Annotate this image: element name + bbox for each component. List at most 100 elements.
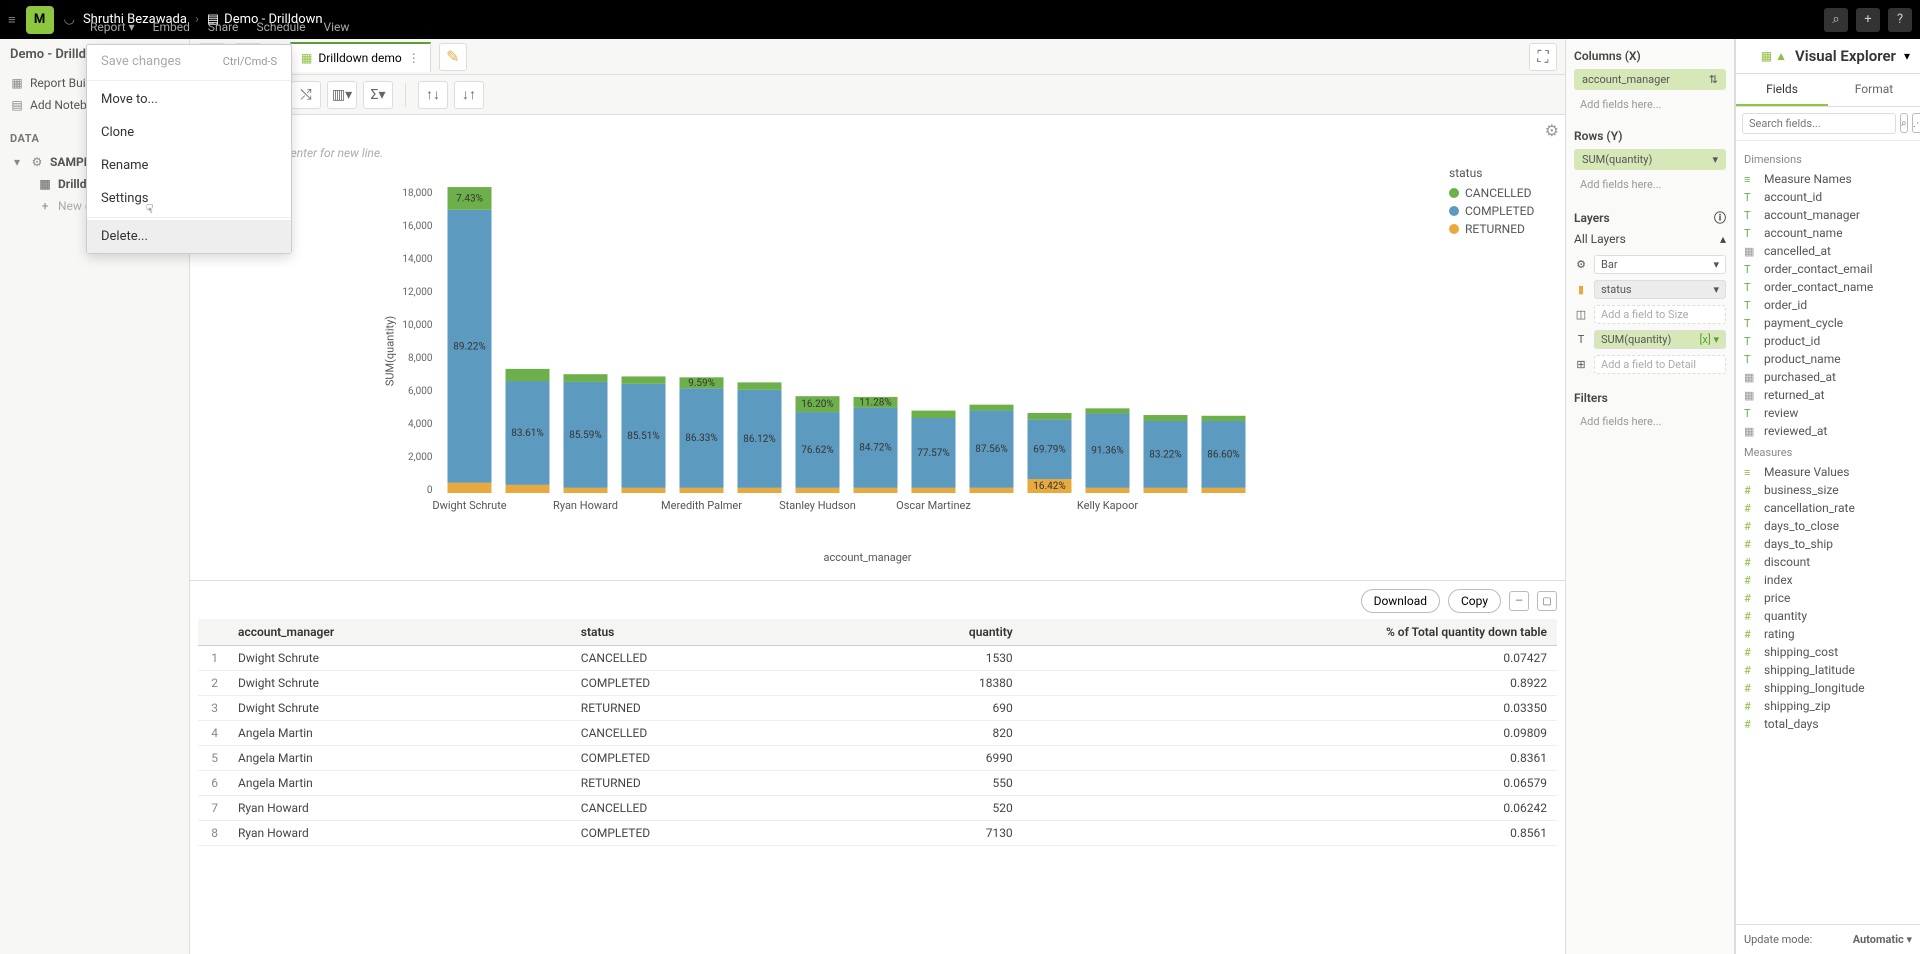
field-item[interactable]: #cancellation_rate	[1744, 499, 1912, 517]
field-item[interactable]: Tproduct_name	[1744, 350, 1912, 368]
field-item[interactable]: #shipping_cost	[1744, 643, 1912, 661]
field-item[interactable]: Tproduct_id	[1744, 332, 1912, 350]
field-item[interactable]: Taccount_manager	[1744, 206, 1912, 224]
table-row[interactable]: 3Dwight SchruteRETURNED6900.03350	[198, 696, 1557, 721]
field-item[interactable]: #total_days	[1744, 715, 1912, 733]
field-item[interactable]: #shipping_longitude	[1744, 679, 1912, 697]
sort-icon[interactable]: ⇅	[1709, 73, 1718, 86]
field-item[interactable]: ▦returned_at	[1744, 386, 1912, 404]
subnav-view[interactable]: View	[323, 20, 349, 34]
table-row[interactable]: 2Dwight SchruteCOMPLETED183800.8922	[198, 671, 1557, 696]
table-header[interactable]: quantity	[835, 619, 1023, 646]
tab-menu-icon[interactable]: ⋮	[408, 51, 420, 65]
columns-add[interactable]: Add fields here...	[1574, 94, 1726, 115]
collapse-icon[interactable]: —	[1509, 591, 1529, 611]
search-icon[interactable]: ⌕	[1824, 8, 1848, 32]
subnav-share[interactable]: Share	[208, 20, 239, 34]
rows-field[interactable]: SUM(quantity)▾	[1574, 149, 1726, 170]
layer-detail[interactable]: ⊞Add a field to Detail	[1574, 352, 1726, 377]
table-row[interactable]: 4Angela MartinCANCELLED8200.09809	[198, 721, 1557, 746]
layer-status[interactable]: ▮status▾	[1574, 277, 1726, 302]
menu-icon[interactable]: ≡	[8, 12, 16, 28]
field-item[interactable]: Taccount_id	[1744, 188, 1912, 206]
columns-field[interactable]: account_manager⇅	[1574, 69, 1726, 90]
add-icon[interactable]: +	[1856, 8, 1880, 32]
field-item[interactable]: #days_to_close	[1744, 517, 1912, 535]
filter-icon[interactable]: ⋰	[1912, 113, 1920, 133]
layer-bar[interactable]: ⚙Bar▾	[1574, 252, 1726, 277]
fullscreen-icon[interactable]: ⛶	[1529, 43, 1557, 71]
legend-completed[interactable]: COMPLETED	[1449, 204, 1549, 218]
table-row[interactable]: 7Ryan HowardCANCELLED5200.06242	[198, 796, 1557, 821]
field-item[interactable]: Taccount_name	[1744, 224, 1912, 242]
tab-drilldown-demo[interactable]: ▦ Drilldown demo ⋮	[290, 42, 431, 72]
subnav-report[interactable]: Report ▾	[90, 20, 135, 34]
search-icon[interactable]: ⌕	[1900, 113, 1908, 133]
search-fields-input[interactable]	[1742, 113, 1896, 134]
layer-size[interactable]: ◫Add a field to Size	[1574, 302, 1726, 327]
filters-add[interactable]: Add fields here...	[1574, 411, 1726, 432]
fields-tab[interactable]: Fields	[1736, 74, 1828, 106]
field-item[interactable]: #price	[1744, 589, 1912, 607]
ctx-settings[interactable]: Settings	[87, 182, 291, 215]
dropdown-icon[interactable]: ▾	[1712, 153, 1718, 166]
table-header[interactable]: account_manager	[228, 619, 571, 646]
field-item[interactable]: #shipping_latitude	[1744, 661, 1912, 679]
table-row[interactable]: 5Angela MartinCOMPLETED69900.8361	[198, 746, 1557, 771]
tb-bars[interactable]: ▥▾	[327, 81, 357, 109]
table-header[interactable]: % of Total quantity down table	[1023, 619, 1557, 646]
field-item[interactable]: #index	[1744, 571, 1912, 589]
table-row[interactable]: 6Angela MartinRETURNED5500.06579	[198, 771, 1557, 796]
table-header[interactable]: status	[571, 619, 835, 646]
chart-settings-icon[interactable]: ⚙	[1545, 121, 1559, 140]
field-item[interactable]: #quantity	[1744, 607, 1912, 625]
ctx-delete[interactable]: Delete...	[87, 220, 291, 253]
tb-swap[interactable]: ⤭	[291, 81, 321, 109]
format-tab[interactable]: Format	[1828, 74, 1920, 106]
ctx-clone[interactable]: Clone	[87, 116, 291, 149]
field-item[interactable]: Treview	[1744, 404, 1912, 422]
field-item[interactable]: Tpayment_cycle	[1744, 314, 1912, 332]
download-button[interactable]: Download	[1361, 589, 1440, 613]
field-item[interactable]: #days_to_ship	[1744, 535, 1912, 553]
chart-description[interactable]: escription. Shift-enter for new line.	[206, 146, 1549, 160]
field-item[interactable]: Torder_contact_name	[1744, 278, 1912, 296]
info-icon[interactable]: ⓘ	[1714, 209, 1726, 226]
legend-returned[interactable]: RETURNED	[1449, 222, 1549, 236]
tb-sort-desc[interactable]: ↓↑	[454, 81, 484, 109]
ctx-move[interactable]: Move to...	[87, 83, 291, 116]
field-item[interactable]: ▦cancelled_at	[1744, 242, 1912, 260]
help-icon[interactable]: ?	[1888, 8, 1912, 32]
field-item[interactable]: #business_size	[1744, 481, 1912, 499]
field-item[interactable]: ▦purchased_at	[1744, 368, 1912, 386]
all-layers[interactable]: All Layers▴	[1574, 232, 1726, 246]
layer-sumq[interactable]: TSUM(quantity)[x] ▾	[1574, 327, 1726, 352]
table-row[interactable]: 8Ryan HowardCOMPLETED71300.8561	[198, 821, 1557, 846]
svg-text:77.57%: 77.57%	[917, 448, 949, 459]
expand-icon[interactable]: ▢	[1537, 591, 1557, 611]
field-item[interactable]: ≡Measure Names	[1744, 170, 1912, 188]
measures-label: Measures	[1744, 446, 1912, 459]
tab-add[interactable]: ✎	[439, 43, 467, 71]
tb-sort-asc[interactable]: ↑↓	[418, 81, 448, 109]
field-item[interactable]: #shipping_zip	[1744, 697, 1912, 715]
field-type-icon: #	[1744, 610, 1758, 623]
rows-add[interactable]: Add fields here...	[1574, 174, 1726, 195]
legend-cancelled[interactable]: CANCELLED	[1449, 186, 1549, 200]
subnav-schedule[interactable]: Schedule	[256, 20, 305, 34]
ctx-rename[interactable]: Rename	[87, 149, 291, 182]
update-mode-row[interactable]: Update mode: Automatic ▾	[1736, 924, 1920, 954]
field-item[interactable]: #discount	[1744, 553, 1912, 571]
copy-button[interactable]: Copy	[1448, 589, 1501, 613]
ctx-save[interactable]: Save changesCtrl/Cmd-S	[87, 45, 291, 78]
field-item[interactable]: ≡Measure Values	[1744, 463, 1912, 481]
field-item[interactable]: ▦reviewed_at	[1744, 422, 1912, 440]
field-item[interactable]: #rating	[1744, 625, 1912, 643]
field-item[interactable]: Torder_id	[1744, 296, 1912, 314]
field-item[interactable]: Torder_contact_email	[1744, 260, 1912, 278]
table-row[interactable]: 1Dwight SchruteCANCELLED15300.07427	[198, 646, 1557, 671]
ve-dropdown-icon[interactable]: ▾	[1904, 49, 1910, 63]
subnav-embed[interactable]: Embed	[153, 20, 190, 34]
app-logo[interactable]: M	[26, 6, 54, 34]
tb-sum[interactable]: Σ▾	[363, 81, 393, 109]
